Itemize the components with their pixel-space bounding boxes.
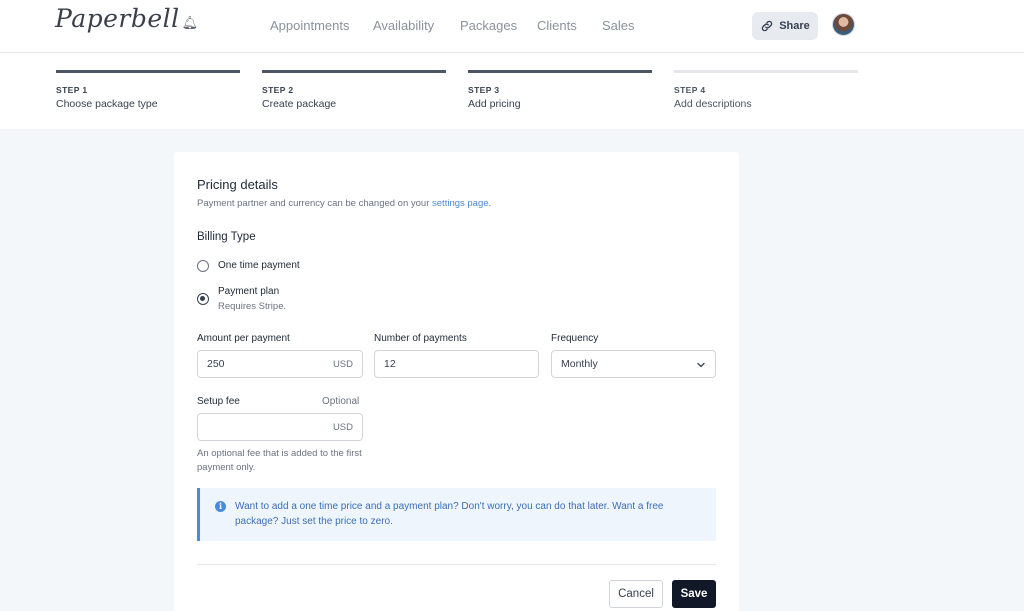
step-2-name: Create package <box>262 98 337 110</box>
bell-icon: 🔔︎ <box>181 16 199 31</box>
share-label: Share <box>779 20 810 32</box>
save-button[interactable]: Save <box>672 580 716 608</box>
setup-fee-currency: USD <box>332 422 353 433</box>
share-button[interactable]: Share <box>752 12 818 40</box>
logo-text: Paperbell <box>55 4 180 33</box>
frequency-value: Monthly <box>561 358 598 370</box>
logo[interactable]: Paperbell 🔔︎ <box>55 4 199 33</box>
step-4-name: Add descriptions <box>674 98 752 110</box>
subtitle-suffix: . <box>488 198 492 209</box>
step-1-number: STEP 1 <box>56 85 88 95</box>
step-3: STEP 3 Add pricing <box>468 70 652 110</box>
setup-fee-optional-label: Optional <box>322 396 360 407</box>
number-of-payments-input[interactable]: 12 <box>374 350 539 378</box>
payment-plan-radio[interactable] <box>197 293 209 305</box>
step-4-number: STEP 4 <box>674 85 706 95</box>
step-4: STEP 4 Add descriptions <box>674 70 858 110</box>
subtitle-text: Payment partner and currency can be chan… <box>197 198 433 209</box>
payment-plan-label[interactable]: Payment plan <box>218 286 279 297</box>
frequency-select[interactable]: Monthly <box>551 350 716 378</box>
info-text: Want to add a one time price and a payme… <box>235 501 664 527</box>
pricing-subtitle: Payment partner and currency can be chan… <box>197 198 491 209</box>
step-2: STEP 2 Create package <box>262 70 446 110</box>
nav-clients[interactable]: Clients <box>537 18 577 33</box>
pricing-card: Pricing details Payment partner and curr… <box>174 152 739 611</box>
top-bar: Paperbell 🔔︎ Appointments Availability Pa… <box>0 0 1024 53</box>
step-3-name: Add pricing <box>468 98 521 110</box>
step-1: STEP 1 Choose package type <box>56 70 240 110</box>
setup-fee-input[interactable]: USD <box>197 413 363 441</box>
payment-plan-subtext: Requires Stripe. <box>218 301 287 312</box>
step-3-progress-bar <box>468 70 652 73</box>
billing-type-label: Billing Type <box>197 231 256 243</box>
stepper: STEP 1 Choose package type STEP 2 Create… <box>0 53 1024 129</box>
step-2-number: STEP 2 <box>262 85 294 95</box>
step-2-progress-bar <box>262 70 446 73</box>
divider <box>197 564 716 565</box>
one-time-payment-label[interactable]: One time payment <box>218 260 300 271</box>
cancel-button[interactable]: Cancel <box>609 580 663 608</box>
nav-appointments[interactable]: Appointments <box>270 18 350 33</box>
nav-availability[interactable]: Availability <box>373 18 434 33</box>
step-3-number: STEP 3 <box>468 85 500 95</box>
amount-per-payment-input[interactable]: 250 USD <box>197 350 363 378</box>
step-4-progress-bar <box>674 70 858 73</box>
avatar[interactable] <box>832 13 855 36</box>
number-of-payments-value: 12 <box>384 358 396 370</box>
amount-currency: USD <box>332 359 353 370</box>
setup-fee-hint: An optional fee that is added to the fir… <box>197 448 362 473</box>
one-time-payment-radio[interactable] <box>197 260 209 272</box>
link-icon <box>761 20 773 32</box>
setup-fee-label: Setup fee <box>197 396 240 407</box>
settings-page-link[interactable]: settings page <box>432 198 489 209</box>
number-of-payments-label: Number of payments <box>374 333 467 344</box>
step-1-progress-bar <box>56 70 240 73</box>
step-1-name: Choose package type <box>56 98 158 110</box>
info-callout: i Want to add a one time price and a pay… <box>197 488 716 541</box>
nav-sales[interactable]: Sales <box>602 18 635 33</box>
pricing-title: Pricing details <box>197 177 278 192</box>
amount-per-payment-label: Amount per payment <box>197 333 290 344</box>
frequency-label: Frequency <box>551 333 599 344</box>
amount-value: 250 <box>207 358 225 370</box>
info-icon: i <box>215 501 226 512</box>
chevron-down-icon <box>697 362 705 368</box>
nav-packages[interactable]: Packages <box>460 18 517 33</box>
